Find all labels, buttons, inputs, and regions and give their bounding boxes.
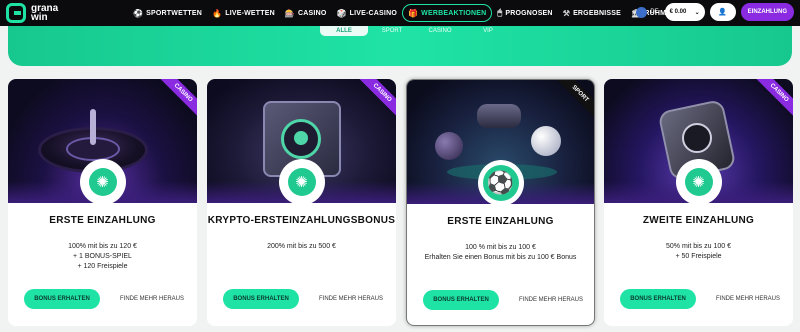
category-tag: CASINO xyxy=(157,79,197,119)
nav-sportwetten[interactable]: ⚽ SPORTWETTEN xyxy=(128,4,207,22)
promo-description: 50% mit bis zu 100 € + 50 Freispiele xyxy=(666,243,731,260)
bonus-medal: ✺ xyxy=(79,159,126,205)
category-tag: SPORT xyxy=(554,80,594,120)
promo-description: 200% mit bis zu 500 € xyxy=(267,243,336,250)
roulette-icon: ✺ xyxy=(88,168,117,196)
balance-value: € 0.00 xyxy=(669,9,687,15)
bonus-medal: ⚽ xyxy=(477,160,524,206)
chevron-down-icon: ⌄ xyxy=(694,9,700,16)
find-out-more-link[interactable]: FINDE MEHR HERAUS xyxy=(519,297,583,303)
filter-casino[interactable]: CASINO xyxy=(416,26,464,36)
category-tag: CASINO xyxy=(753,79,793,119)
nav-label: CASINO xyxy=(298,9,327,17)
nav-label: PROGNOSEN xyxy=(505,9,553,17)
promo-card: CASINO ✺ KRYPTO-ERSTEINZAHLUNGSBONUS 200… xyxy=(207,79,396,326)
nav-label: SPORTWETTEN xyxy=(146,9,203,17)
nav-label: LIVE-CASINO xyxy=(349,9,397,17)
crypto-icon: ✺ xyxy=(287,168,316,196)
promotions-banner: ALLE SPORT CASINO VIP xyxy=(8,26,792,66)
promo-title: ERSTE EINZAHLUNG xyxy=(447,216,554,227)
header-tools: DE € 0.00 ⌄ 👤 EINZAHLUNG xyxy=(636,3,794,21)
soccer-ball-icon: ⚽ xyxy=(133,8,144,18)
user-menu[interactable]: 👤 xyxy=(709,3,736,21)
nav-casino[interactable]: 🎰 CASINO xyxy=(280,4,332,22)
fire-icon: 🔥 xyxy=(212,8,223,18)
slot-icon: ✺ xyxy=(684,168,713,196)
top-navigation-bar: grana win ⚽ SPORTWETTEN 🔥 LIVE-WETTEN 🎰 CAS… xyxy=(0,0,800,26)
globe-icon xyxy=(636,6,648,18)
get-bonus-button[interactable]: BONUS ERHALTEN xyxy=(423,290,499,310)
promo-description: 100 % mit bis zu 100 € Erhalten Sie eine… xyxy=(424,244,577,261)
nav-label: WERBEAKTIONEN xyxy=(421,9,487,17)
promo-card: CASINO ✺ ZWEITE EINZAHLUNG 50% mit bis z… xyxy=(604,79,793,326)
brand-name-line2: win xyxy=(31,12,48,23)
promo-title: ERSTE EINZAHLUNG xyxy=(49,215,156,226)
bonus-medal: ✺ xyxy=(675,159,722,205)
main-nav: ⚽ SPORTWETTEN 🔥 LIVE-WETTEN 🎰 CASINO 🎲 LIVE-… xyxy=(128,4,705,22)
gift-icon: 🎁 xyxy=(407,8,419,18)
find-out-more-link[interactable]: FINDE MEHR HERAUS xyxy=(319,296,383,302)
bonus-medal: ✺ xyxy=(278,159,325,205)
get-bonus-button[interactable]: BONUS ERHALTEN xyxy=(223,289,299,309)
language-label: DE xyxy=(650,9,659,15)
live-casino-icon: 🎲 xyxy=(336,8,347,18)
nav-label: ERGEBNISSE xyxy=(573,9,621,17)
nav-prognosen[interactable]: 🖱 PROGNOSEN xyxy=(492,4,557,22)
filter-vip[interactable]: VIP xyxy=(464,26,512,36)
brand-logo[interactable]: grana win xyxy=(6,3,116,23)
get-bonus-button[interactable]: BONUS ERHALTEN xyxy=(620,289,696,309)
get-bonus-button[interactable]: BONUS ERHALTEN xyxy=(24,289,100,309)
prediction-icon: 🖱 xyxy=(497,8,503,17)
promotion-filters: ALLE SPORT CASINO VIP xyxy=(320,26,512,36)
nav-live-wetten[interactable]: 🔥 LIVE-WETTEN xyxy=(207,4,280,22)
nav-werbeaktionen[interactable]: 🎁 WERBEAKTIONEN xyxy=(401,4,493,22)
results-icon: ⚒ xyxy=(562,8,571,18)
promo-card: CASINO ✺ ERSTE EINZAHLUNG 100% mit bis z… xyxy=(8,79,197,326)
filter-all[interactable]: ALLE xyxy=(320,26,368,36)
promo-card: SPORT ⚽ ERSTE EINZAHLUNG 100 % mit bis z… xyxy=(406,79,595,326)
soccer-ball-icon: ⚽ xyxy=(482,165,519,201)
nav-ergebnisse[interactable]: ⚒ ERGEBNISSE xyxy=(558,4,626,22)
language-selector[interactable]: DE xyxy=(636,6,659,18)
find-out-more-link[interactable]: FINDE MEHR HERAUS xyxy=(716,296,780,302)
logo-icon xyxy=(6,3,26,23)
find-out-more-link[interactable]: FINDE MEHR HERAUS xyxy=(120,296,184,302)
casino-icon: 🎰 xyxy=(284,8,296,18)
promo-description: 100% mit bis zu 120 € + 1 BONUS-SPIEL + … xyxy=(68,243,137,270)
category-tag: CASINO xyxy=(356,79,396,119)
balance-dropdown[interactable]: € 0.00 ⌄ xyxy=(664,3,705,21)
promo-title: KRYPTO-ERSTEINZAHLUNGSBONUS xyxy=(207,215,396,226)
deposit-button[interactable]: EINZAHLUNG xyxy=(740,3,794,21)
nav-label: LIVE-WETTEN xyxy=(225,9,275,17)
nav-live-casino[interactable]: 🎲 LIVE-CASINO xyxy=(331,4,402,22)
user-icon: 👤 xyxy=(718,9,728,16)
filter-sport[interactable]: SPORT xyxy=(368,26,416,36)
promo-title: ZWEITE EINZAHLUNG xyxy=(642,215,755,226)
